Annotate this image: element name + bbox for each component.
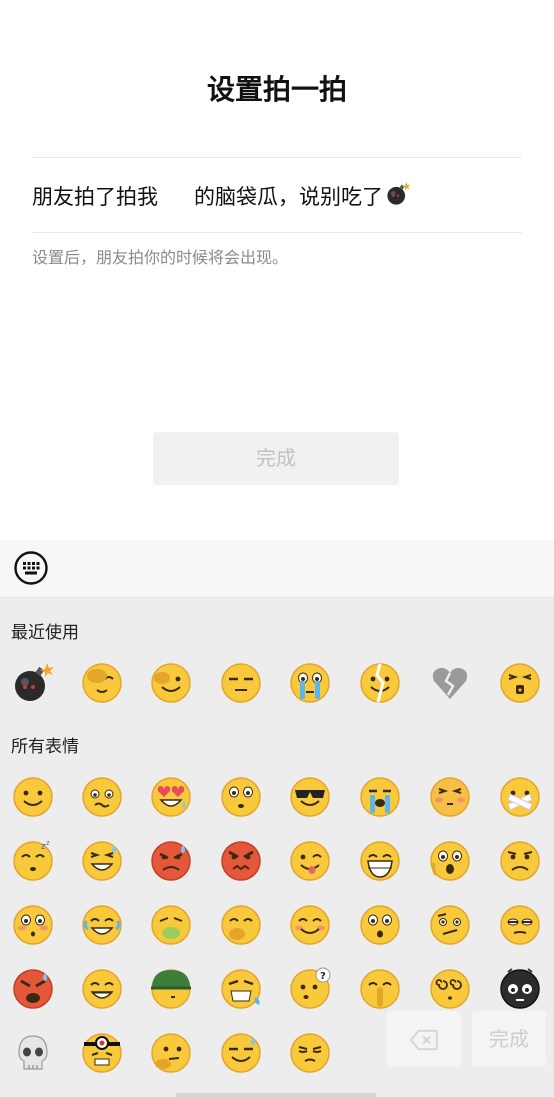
heart-eyes-icon[interactable]	[149, 775, 193, 819]
backspace-icon	[409, 1029, 439, 1050]
stare-icon[interactable]	[219, 775, 263, 819]
divider-top	[32, 157, 522, 158]
smug-icon[interactable]	[288, 1031, 332, 1075]
crack-face-icon[interactable]	[358, 661, 402, 705]
chuckle-icon[interactable]	[219, 903, 263, 947]
shocked-icon[interactable]	[428, 839, 472, 883]
confused-icon[interactable]	[428, 903, 472, 947]
sweat-smile-icon[interactable]	[219, 1031, 263, 1075]
meh-icon[interactable]	[498, 903, 542, 947]
divider-bottom	[32, 232, 522, 233]
teary-icon[interactable]	[288, 661, 332, 705]
blush-surprised-icon[interactable]	[11, 903, 55, 947]
big-grin-icon[interactable]	[358, 839, 402, 883]
section-all-label: 所有表情	[11, 737, 79, 757]
bandaged-icon[interactable]	[80, 1031, 124, 1075]
unamused-icon[interactable]	[219, 661, 263, 705]
mouth-taped-icon[interactable]	[498, 775, 542, 819]
sunglasses-icon[interactable]	[288, 775, 332, 819]
bomb-icon[interactable]	[11, 661, 55, 705]
smile-blush-icon[interactable]	[288, 903, 332, 947]
question-icon[interactable]: ?	[288, 967, 332, 1011]
pat-text-row[interactable]: 朋友拍了拍我 的脑袋瓜，说别吃了	[32, 178, 411, 214]
rage-icon[interactable]	[11, 967, 55, 1011]
blush-squint-icon[interactable]	[428, 775, 472, 819]
bomb-icon	[385, 181, 411, 207]
surprised-icon[interactable]	[358, 903, 402, 947]
worried-icon[interactable]	[80, 775, 124, 819]
army-helmet-icon[interactable]	[149, 967, 193, 1011]
svg-text:z: z	[46, 839, 50, 847]
section-recent-label: 最近使用	[11, 623, 79, 643]
pat-suffix-input[interactable]: 的脑袋瓜，说别吃了	[194, 181, 383, 211]
home-indicator	[176, 1093, 376, 1097]
emoji-toolbar	[0, 540, 554, 598]
dark-angry-icon[interactable]	[498, 967, 542, 1011]
sleepy-icon[interactable]: zz	[11, 839, 55, 883]
loud-cry-icon[interactable]	[358, 775, 402, 819]
shush-icon[interactable]	[358, 967, 402, 1011]
keyboard-icon[interactable]	[14, 551, 48, 585]
hint-text: 设置后，朋友拍你的时候将会出现。	[32, 248, 289, 267]
page-title: 设置拍一拍	[206, 73, 347, 106]
facepalm-icon[interactable]	[80, 661, 124, 705]
sealed-mouth-icon[interactable]	[498, 661, 542, 705]
pat-prefix: 朋友拍了拍我	[32, 185, 158, 209]
nauseous-icon[interactable]	[149, 903, 193, 947]
svg-text:?: ?	[320, 971, 326, 982]
sly-wink-icon[interactable]	[149, 661, 193, 705]
skull-icon[interactable]	[11, 1031, 55, 1075]
done-button[interactable]: 完成	[153, 432, 399, 485]
furious-icon[interactable]	[219, 839, 263, 883]
angry-red-icon[interactable]	[149, 839, 193, 883]
tantrum-icon[interactable]	[219, 967, 263, 1011]
delete-button[interactable]	[387, 1011, 461, 1067]
tongue-wink-icon[interactable]	[288, 839, 332, 883]
dizzy-icon[interactable]	[428, 967, 472, 1011]
thinking-icon[interactable]	[149, 1031, 193, 1075]
emoji-panel: 最近使用 所有表情 z z?	[0, 598, 554, 1097]
broken-heart-icon[interactable]	[428, 661, 472, 705]
laugh-cry-icon[interactable]	[80, 903, 124, 947]
smile-icon[interactable]	[11, 775, 55, 819]
settings-screen: 设置拍一拍 朋友拍了拍我 的脑袋瓜，说别吃了 设置后，朋友拍你的时候将会出现。 …	[0, 0, 554, 540]
sad-icon[interactable]	[498, 839, 542, 883]
grin-squint-icon[interactable]	[80, 967, 124, 1011]
grin-sweat-icon[interactable]	[80, 839, 124, 883]
emoji-done-button[interactable]: 完成	[472, 1011, 546, 1067]
